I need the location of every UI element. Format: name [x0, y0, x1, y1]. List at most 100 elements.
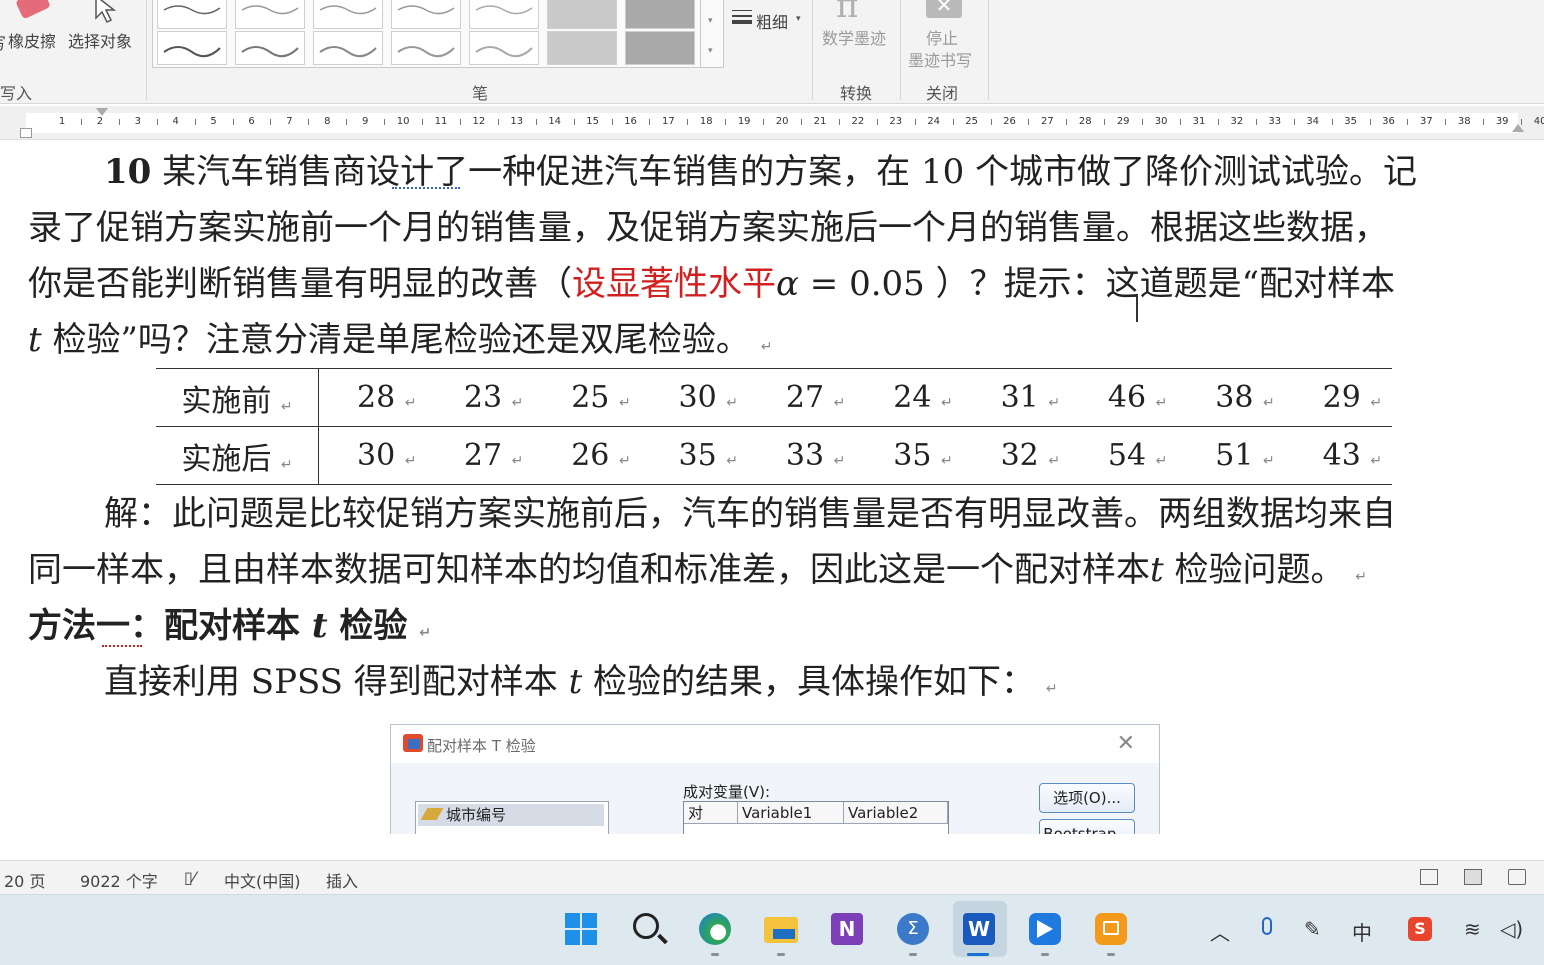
media-app-icon[interactable]	[1093, 911, 1129, 947]
sales-data-table: 实施前 ↵ 28 ↵ 23 ↵ 25 ↵ 30 ↵ 27 ↵ 24 ↵ 31 ↵…	[156, 368, 1392, 485]
ruler-tick	[573, 119, 575, 125]
group-separator	[812, 0, 813, 100]
web-layout-icon[interactable]	[1508, 869, 1526, 885]
pen-group-label: 笔	[472, 84, 489, 103]
ruler-tick	[1369, 119, 1371, 125]
spss-icon[interactable]: Σ	[895, 911, 931, 947]
table-cell: 29 ↵	[1284, 368, 1392, 427]
document-page[interactable]: 10 某汽车销售商设计了一种促进汽车销售的方案，在 10 个城市做了降价测试试验…	[0, 140, 1544, 834]
tray-overflow-icon[interactable]: ︿	[1210, 917, 1230, 946]
gallery-scroll[interactable]: ▾ ▾	[700, 0, 724, 68]
stop-inking-button-line1[interactable]: 停止	[926, 28, 958, 50]
print-layout-icon[interactable]	[1464, 869, 1482, 885]
ruler-number: 4	[172, 116, 179, 127]
onenote-icon[interactable]: N	[829, 911, 865, 947]
ruler-number: 36	[1382, 116, 1395, 127]
question-text-1: 某汽车销售商设计了一种促进汽车销售的方案，在 10 个城市做了降价测试试验。记	[162, 152, 1418, 192]
horizontal-ruler[interactable]: 1 2 3 4 5 6 7 8 9 10 11 12 13 14 15 16 17 18 19 20 21 22 23 24 2…	[0, 106, 1544, 140]
pen-style-10[interactable]	[469, 31, 539, 65]
pen-gallery[interactable]	[152, 0, 724, 68]
group-separator	[146, 0, 147, 100]
pen-style-6[interactable]	[157, 31, 227, 65]
language-indicator[interactable]: 中文(中国)	[224, 868, 301, 892]
pen-style-4[interactable]	[391, 0, 461, 29]
ruler-tick	[384, 119, 386, 125]
select-cursor-icon[interactable]	[92, 0, 120, 24]
highlighter-style-4[interactable]	[625, 31, 695, 65]
ime-indicator[interactable]: 中	[1352, 917, 1372, 946]
group-separator	[988, 0, 989, 100]
pen-style-1[interactable]	[157, 0, 227, 29]
browser-icon[interactable]	[697, 911, 733, 947]
math-ink-button[interactable]: 数学墨迹	[822, 28, 886, 50]
spss-paired-t-test-dialog: 配对样本 T 检验 ✕ 城市编号 成对变量(V): 对 Variable1 Va…	[390, 724, 1160, 834]
pen-style-7[interactable]	[235, 31, 305, 65]
close-icon: ✕	[1116, 731, 1135, 756]
start-button[interactable]	[563, 911, 599, 947]
first-line-indent-marker[interactable]	[96, 108, 108, 116]
ruler-number: 19	[737, 116, 751, 127]
stop-inking-button-line2[interactable]: 墨迹书写	[908, 50, 972, 72]
ruler-number: 7	[286, 116, 293, 127]
volume-icon[interactable]: ◁)	[1500, 917, 1523, 941]
gallery-more-icon[interactable]: ▾	[708, 46, 713, 56]
table-cell: 27 ↵	[747, 368, 856, 427]
pen-style-2[interactable]	[235, 0, 305, 29]
ruler-number: 23	[889, 116, 903, 127]
status-bar: 20 页 9022 个字 ▯⁄ 中文(中国) 插入	[0, 860, 1544, 894]
stop-inking-icon[interactable]: ✕	[926, 0, 962, 18]
column-header: 对	[684, 802, 738, 824]
file-explorer-icon[interactable]	[763, 911, 799, 947]
ruler-tick	[611, 119, 613, 125]
pen-style-8[interactable]	[313, 31, 383, 65]
word-count[interactable]: 9022 个字	[80, 868, 158, 892]
read-mode-icon[interactable]	[1420, 869, 1438, 885]
significance-level-label: 设显著性水平	[572, 264, 776, 304]
page-count[interactable]: 20 页	[4, 868, 45, 892]
ruler-tick	[232, 119, 234, 125]
wifi-icon[interactable]: ≋	[1464, 917, 1481, 941]
spelling-underline	[102, 644, 142, 647]
ruler-tick	[1028, 119, 1030, 125]
search-icon[interactable]	[631, 911, 668, 947]
ruler-tick	[270, 119, 272, 125]
select-objects-button[interactable]: 选择对象	[68, 28, 132, 52]
thickness-button[interactable]: 粗细	[756, 9, 788, 33]
ruler-number: 9	[362, 116, 369, 127]
highlighter-style-2[interactable]	[625, 0, 695, 29]
pi-icon[interactable]: π	[836, 0, 858, 26]
thickness-dropdown-icon[interactable]: ▾	[796, 14, 801, 24]
pen-style-5[interactable]	[469, 0, 539, 29]
gallery-up-icon[interactable]: ▾	[708, 16, 713, 26]
eraser-button[interactable]: 橡皮擦	[8, 28, 56, 52]
ruler-tick	[459, 119, 461, 125]
group-separator	[900, 0, 901, 100]
text-cursor-icon	[1136, 296, 1138, 322]
table-row-before: 实施前 ↵ 28 ↵ 23 ↵ 25 ↵ 30 ↵ 27 ↵ 24 ↵ 31 ↵…	[156, 368, 1392, 427]
pen-style-3[interactable]	[313, 0, 383, 29]
sogou-ime-icon[interactable]: S	[1408, 917, 1432, 941]
table-cell: 51 ↵	[1177, 426, 1285, 485]
ruler-number: 6	[248, 116, 255, 127]
word-icon[interactable]: W	[961, 911, 997, 947]
proofing-icon[interactable]: ▯⁄	[184, 868, 195, 887]
paired-variables-label: 成对变量(V):	[683, 783, 771, 801]
pen-menu-icon[interactable]: ✎	[1304, 917, 1321, 941]
microphone-icon[interactable]	[1262, 917, 1272, 935]
paragraph-mark: ↵	[419, 625, 431, 641]
running-indicator	[777, 953, 785, 956]
insert-mode-indicator[interactable]: 插入	[326, 868, 358, 892]
left-indent-marker[interactable]	[20, 128, 32, 138]
eraser-icon[interactable]	[15, 0, 51, 20]
messenger-icon[interactable]	[1027, 911, 1063, 947]
paragraph-mark: ↵	[760, 339, 773, 355]
thickness-icon[interactable]	[732, 10, 752, 26]
table-cell: 54 ↵	[1069, 426, 1178, 485]
ruler-number: 21	[813, 116, 827, 127]
pen-style-9[interactable]	[391, 31, 461, 65]
table-cell: 38 ↵	[1177, 368, 1285, 427]
highlighter-style-1[interactable]	[547, 0, 617, 29]
table-cell: 43 ↵	[1284, 426, 1392, 485]
highlighter-style-3[interactable]	[547, 31, 617, 65]
table-cell: 35 ↵	[855, 426, 963, 485]
